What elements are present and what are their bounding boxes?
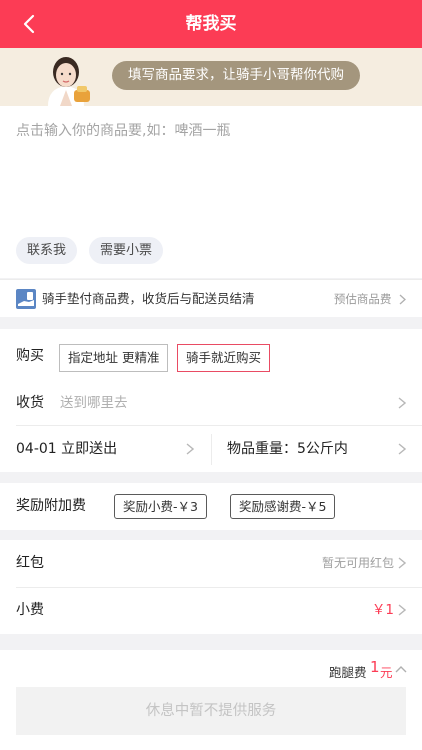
notice-text: 骑手垫付商品费，收货后与配送员结清 [42,291,255,306]
estimate-fee-link[interactable]: 预估商品费 [334,280,406,318]
specify-address-option[interactable]: 指定地址 更精准 [59,344,169,372]
goods-request-input[interactable] [12,114,410,214]
bonus-row: 奖励附加费 奖励小费-￥3 奖励感谢费-￥5 [0,483,422,530]
delivery-fee-value: 1 [370,658,380,676]
chevron-right-icon [186,443,194,455]
schedule-row: 04-01 立即送出 物品重量：5公斤内 [0,426,422,473]
page-title: 帮我买 [185,14,237,34]
bonus-label: 奖励附加费 [16,498,86,514]
contact-me-chip[interactable]: 联系我 [16,237,78,264]
redpacket-row[interactable]: 红包 暂无可用红包 [0,540,422,587]
tip-value: ￥1 [371,602,394,618]
bonus-tip-tag[interactable]: 奖励小费-￥3 [114,494,207,519]
delivery-label: 收货 [16,395,44,411]
purchase-label: 购买 [16,348,44,364]
chevron-right-icon [398,397,406,409]
banner-tip-bubble: 填写商品要求，让骑手小哥帮你代购 [112,61,360,90]
need-receipt-chip[interactable]: 需要小票 [89,237,164,264]
promo-banner: 填写商品要求，让骑手小哥帮你代购 [0,48,422,106]
bonus-card: 奖励附加费 奖励小费-￥3 奖励感谢费-￥5 [0,483,422,530]
tip-row[interactable]: 小费 ￥1 [0,587,422,634]
purchase-row: 购买 指定地址 更精准 骑手就近购买 [0,333,422,380]
chevron-right-icon [398,557,406,569]
chevron-right-icon [398,443,406,455]
delivery-fee-label: 跑腿费 [329,665,367,680]
delivery-address-placeholder[interactable]: 送到哪里去 [60,380,128,427]
chevron-right-icon [399,294,406,305]
estimate-fee-label: 预估商品费 [333,292,392,306]
delivery-row[interactable]: 收货 送到哪里去 [0,380,422,427]
request-card: 联系我 需要小票 [0,106,422,278]
item-weight[interactable]: 物品重量：5公斤内 [227,426,348,473]
bonus-thanks-tag[interactable]: 奖励感谢费-￥5 [230,494,336,519]
delivery-time[interactable]: 04-01 立即送出 [16,426,117,473]
redpacket-value: 暂无可用红包 [321,556,394,570]
top-bar: 帮我买 [0,0,422,48]
checkout-footer: 跑腿费 1 元 休息中暂不提供服务 [0,650,422,750]
delivery-fee-unit: 元 [380,665,393,680]
discount-card: 红包 暂无可用红包 小费 ￥1 [0,540,422,634]
hand-coin-icon [16,289,36,309]
chevron-up-icon[interactable] [395,665,407,673]
rider-avatar [48,57,90,106]
submit-order-button[interactable]: 休息中暂不提供服务 [16,687,406,735]
redpacket-label: 红包 [16,555,44,571]
chevron-right-icon [398,604,406,616]
rider-nearby-option[interactable]: 骑手就近购买 [177,344,271,372]
advance-payment-notice: 骑手垫付商品费，收货后与配送员结清 预估商品费 [0,279,422,317]
order-info-card: 购买 指定地址 更精准 骑手就近购买 收货 送到哪里去 04-01 立即送出 物… [0,329,422,472]
tip-label: 小费 [16,602,44,618]
column-divider [211,434,212,465]
